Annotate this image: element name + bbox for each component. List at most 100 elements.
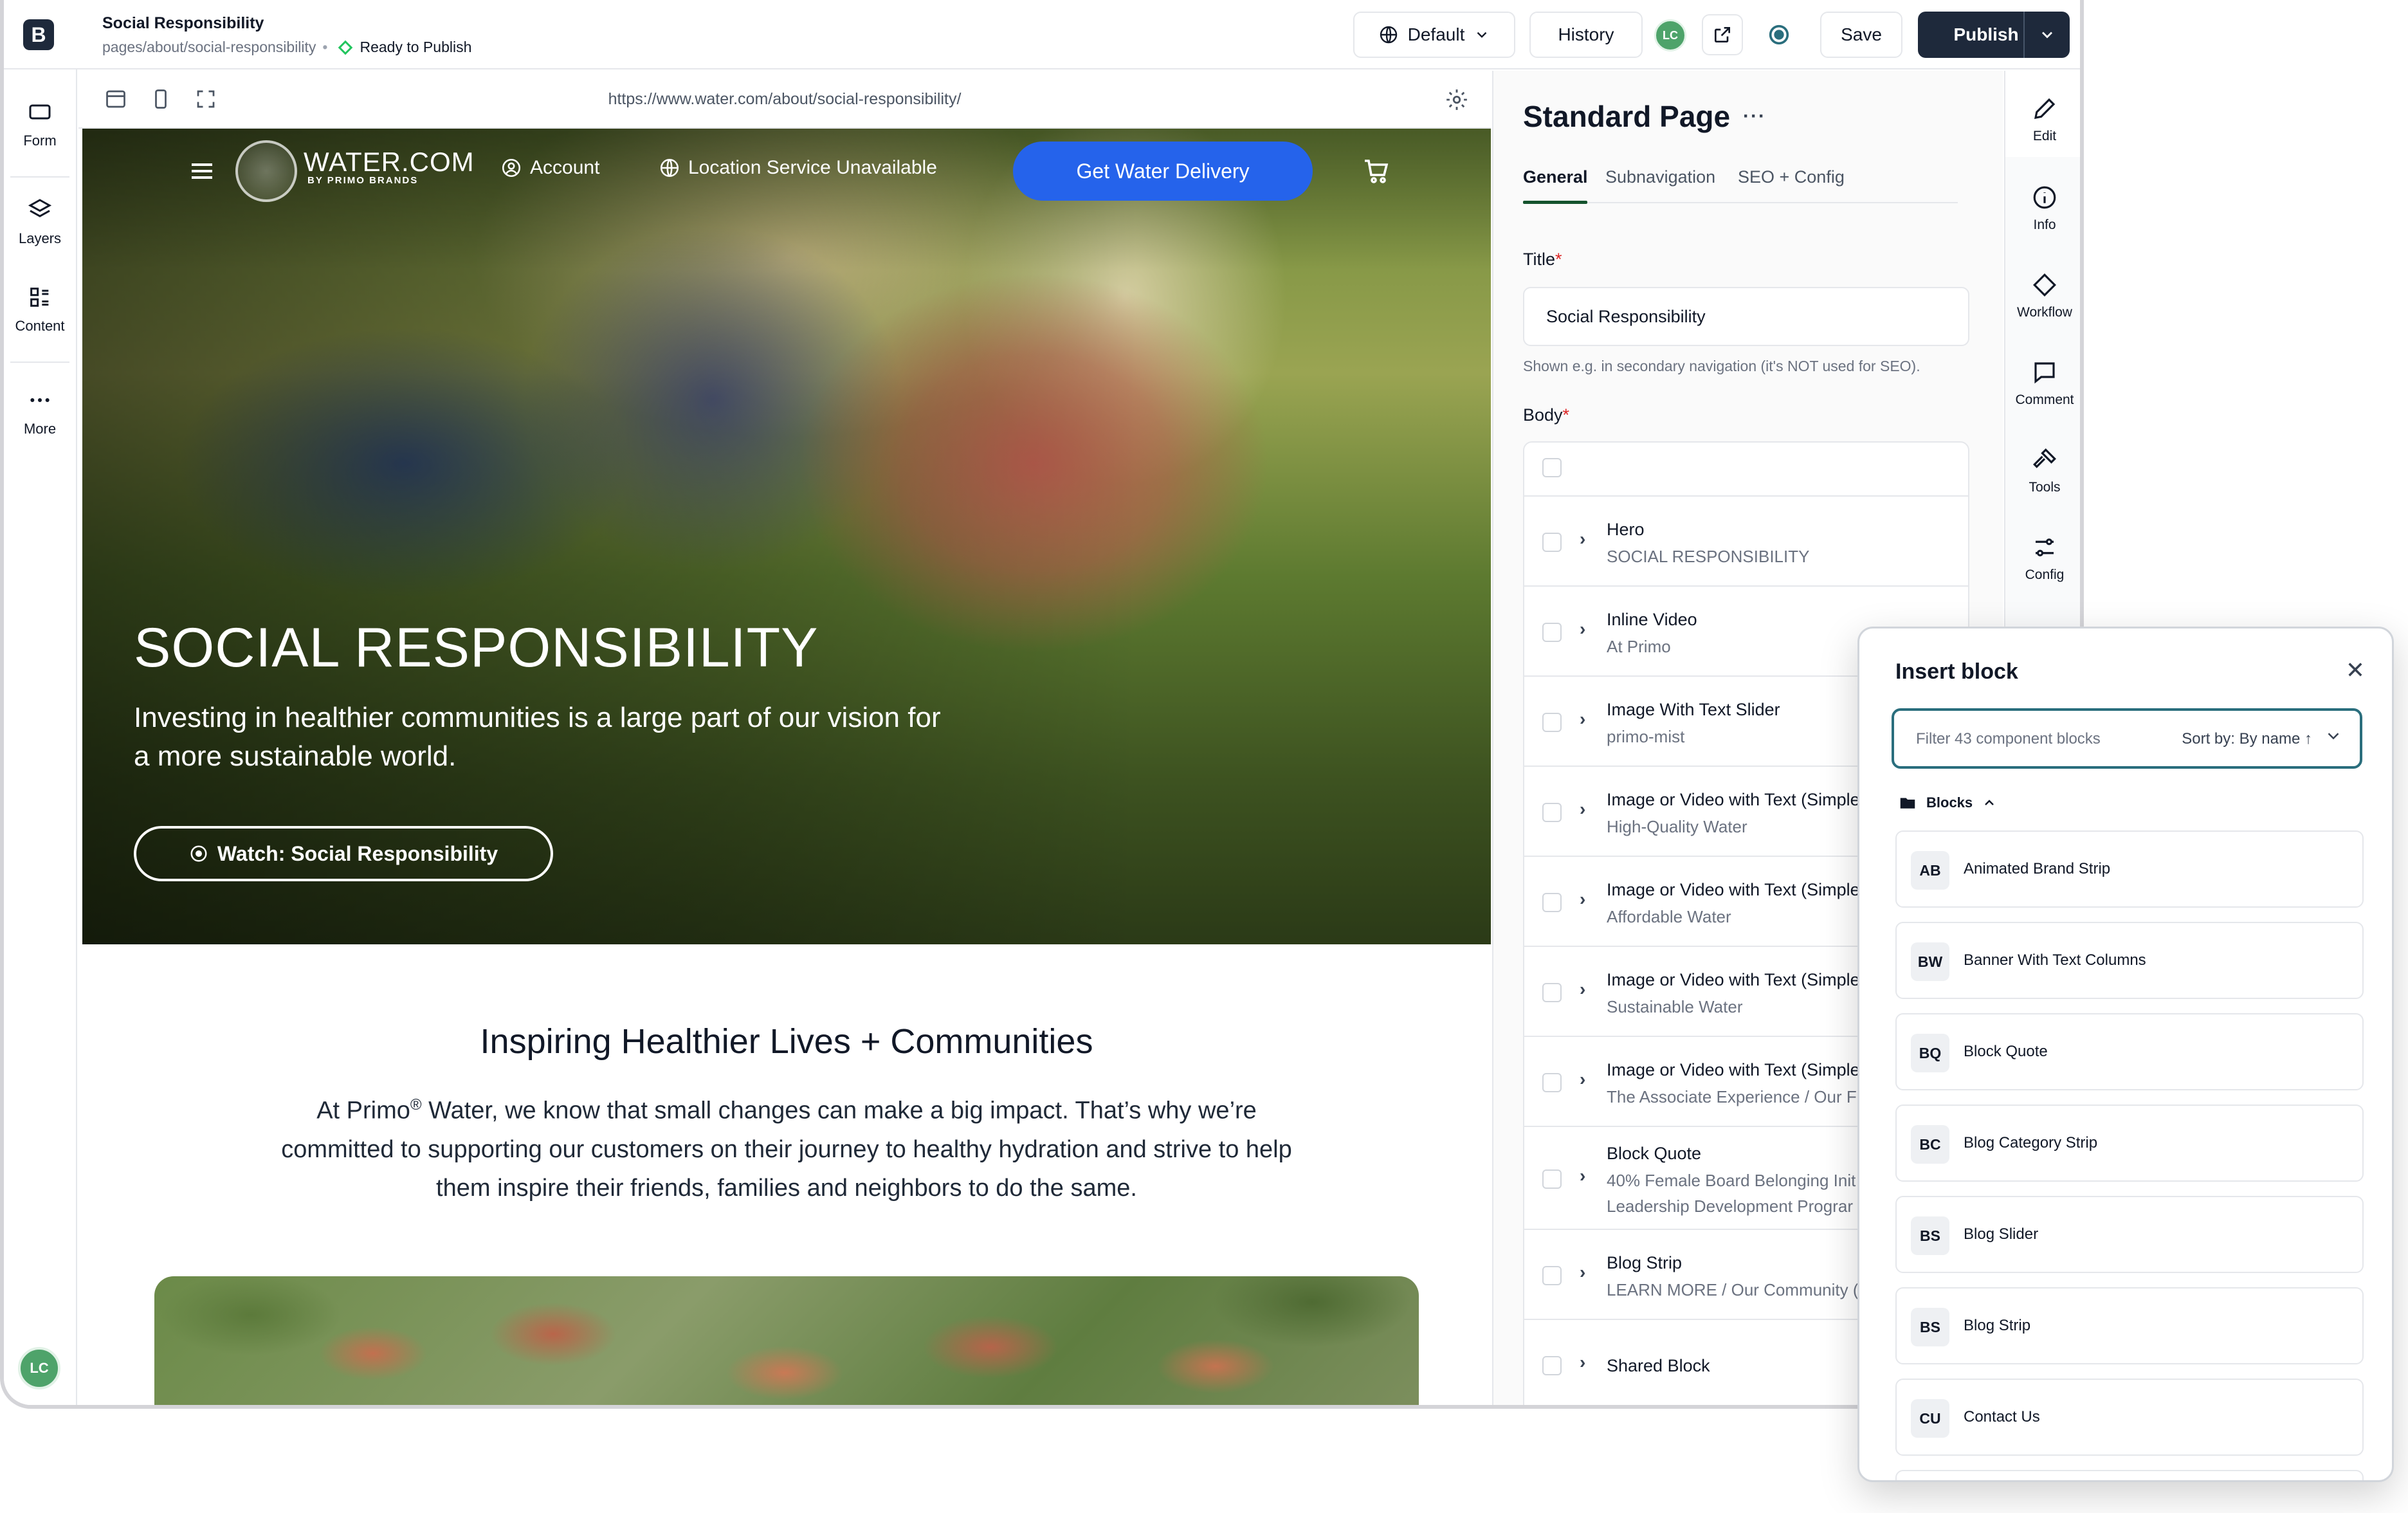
row-subtitle: At Primo bbox=[1607, 637, 1671, 656]
watch-video-button[interactable]: Watch: Social Responsibility bbox=[134, 826, 553, 881]
block-badge: BS bbox=[1911, 1216, 1949, 1255]
row-checkbox[interactable] bbox=[1542, 803, 1562, 822]
rail-item-layers[interactable]: Layers bbox=[4, 197, 76, 247]
top-bar: B Social Responsibility pages/about/soci… bbox=[4, 0, 2080, 69]
rail-label: Layers bbox=[18, 230, 62, 246]
block-option-partial[interactable] bbox=[1895, 1470, 2364, 1480]
save-button[interactable]: Save bbox=[1820, 12, 1902, 58]
preview-toolbar: https://www.water.com/about/social-respo… bbox=[78, 71, 1491, 129]
rail-item-content[interactable]: Content bbox=[4, 284, 76, 335]
row-subtitle: SOCIAL RESPONSIBILITY bbox=[1607, 547, 1810, 566]
hamburger-icon[interactable] bbox=[187, 156, 217, 187]
block-option[interactable]: BS Blog Slider bbox=[1895, 1196, 2364, 1273]
chevron-down-icon bbox=[2042, 32, 2052, 39]
rail-item-form[interactable]: Form bbox=[4, 99, 76, 149]
sliders-icon bbox=[2036, 538, 2054, 556]
sort-select[interactable]: Sort by: By name ↑ bbox=[2182, 730, 2312, 748]
row-subtitle: Sustainable Water bbox=[1607, 997, 1743, 1016]
publish-menu-button[interactable] bbox=[2023, 12, 2070, 58]
title-input[interactable]: Social Responsibility bbox=[1523, 287, 1969, 346]
action-info[interactable]: Info bbox=[2005, 184, 2080, 233]
action-label: Workflow bbox=[2017, 305, 2072, 320]
chevron-down-icon[interactable] bbox=[2324, 726, 2343, 746]
comment-icon bbox=[2034, 362, 2055, 384]
filter-placeholder: Filter 43 component blocks bbox=[1916, 730, 2101, 747]
chevron-right-icon[interactable]: › bbox=[1580, 619, 1585, 639]
group-label: Blocks bbox=[1926, 794, 1973, 811]
open-external-button[interactable] bbox=[1702, 14, 1743, 55]
row-checkbox[interactable] bbox=[1542, 1169, 1562, 1189]
block-option[interactable]: CU Contact Us bbox=[1895, 1379, 2364, 1456]
user-avatar[interactable]: LC bbox=[18, 1347, 60, 1389]
block-filter-input[interactable]: Filter 43 component blocks Sort by: By n… bbox=[1892, 708, 2362, 769]
row-title: Image or Video with Text (Simple bbox=[1607, 970, 1860, 989]
tab-general[interactable]: General bbox=[1523, 167, 1588, 187]
block-badge: BS bbox=[1911, 1308, 1949, 1346]
block-name: Blog Strip bbox=[1964, 1317, 2031, 1334]
block-badge: AB bbox=[1911, 851, 1949, 890]
block-option[interactable]: BQ Block Quote bbox=[1895, 1013, 2364, 1090]
app-logo[interactable]: B bbox=[23, 19, 54, 50]
site-brand[interactable]: WATER.COM bbox=[304, 147, 475, 178]
cart-icon[interactable] bbox=[1361, 156, 1392, 187]
row-subtitle-2: Leadership Development Prograr bbox=[1607, 1197, 1853, 1216]
body-item[interactable]: › Hero SOCIAL RESPONSIBILITY bbox=[1524, 495, 1968, 585]
chevron-right-icon[interactable]: › bbox=[1580, 529, 1585, 549]
chevron-right-icon[interactable]: › bbox=[1580, 1069, 1585, 1090]
layers-icon bbox=[28, 199, 52, 217]
row-checkbox[interactable] bbox=[1542, 623, 1562, 642]
action-edit[interactable]: Edit bbox=[2005, 71, 2080, 157]
row-checkbox[interactable] bbox=[1542, 1356, 1562, 1375]
row-title: Image With Text Slider bbox=[1607, 700, 1780, 719]
action-workflow[interactable]: Workflow bbox=[2005, 271, 2080, 320]
rail-label: Form bbox=[23, 133, 57, 149]
chevron-right-icon[interactable]: › bbox=[1580, 889, 1585, 910]
action-tools[interactable]: Tools bbox=[2005, 446, 2080, 495]
chevron-right-icon[interactable]: › bbox=[1580, 799, 1585, 820]
blocks-group-toggle[interactable]: Blocks bbox=[1898, 793, 1997, 812]
row-checkbox[interactable] bbox=[1542, 713, 1562, 732]
preview-url[interactable]: https://www.water.com/about/social-respo… bbox=[78, 90, 1491, 109]
tab-subnavigation[interactable]: Subnavigation bbox=[1605, 167, 1715, 187]
hero-subtitle: Investing in healthier communities is a … bbox=[134, 702, 941, 772]
tab-seo-config[interactable]: SEO + Config bbox=[1738, 167, 1845, 187]
editor-more-button[interactable]: ··· bbox=[1743, 105, 1766, 127]
chevron-right-icon[interactable]: › bbox=[1580, 709, 1585, 729]
row-checkbox[interactable] bbox=[1542, 983, 1562, 1002]
history-button[interactable]: History bbox=[1529, 12, 1643, 58]
title-field-label: Title* bbox=[1523, 250, 1562, 270]
title-help-text: Shown e.g. in secondary navigation (it's… bbox=[1523, 358, 1920, 374]
row-checkbox[interactable] bbox=[1542, 1266, 1562, 1285]
body-prefix: At Primo bbox=[316, 1097, 410, 1124]
select-all-checkbox[interactable] bbox=[1542, 458, 1562, 477]
row-checkbox[interactable] bbox=[1542, 533, 1562, 552]
account-link[interactable]: Account bbox=[500, 157, 599, 179]
action-comment[interactable]: Comment bbox=[2005, 359, 2080, 408]
block-option[interactable]: BC Blog Category Strip bbox=[1895, 1105, 2364, 1182]
chevron-right-icon[interactable]: › bbox=[1580, 1262, 1585, 1283]
locale-select[interactable]: Default bbox=[1353, 12, 1515, 58]
gear-icon[interactable] bbox=[1445, 87, 1469, 112]
action-config[interactable]: Config bbox=[2005, 534, 2080, 583]
chevron-right-icon[interactable]: › bbox=[1580, 1166, 1585, 1186]
chevron-right-icon[interactable]: › bbox=[1580, 1352, 1585, 1373]
block-option[interactable]: BS Blog Strip bbox=[1895, 1287, 2364, 1364]
live-preview-button[interactable] bbox=[1758, 14, 1800, 55]
watch-label: Watch: Social Responsibility bbox=[217, 841, 498, 865]
rail-divider bbox=[10, 362, 69, 363]
block-badge: BQ bbox=[1911, 1034, 1949, 1072]
row-checkbox[interactable] bbox=[1542, 893, 1562, 912]
close-icon[interactable]: ✕ bbox=[2346, 657, 2365, 684]
chevron-right-icon[interactable]: › bbox=[1580, 979, 1585, 1000]
row-checkbox[interactable] bbox=[1542, 1073, 1562, 1092]
rail-item-more[interactable]: More bbox=[4, 387, 76, 437]
block-option[interactable]: AB Animated Brand Strip bbox=[1895, 830, 2364, 908]
user-avatar[interactable]: LC bbox=[1654, 19, 1686, 51]
globe-icon bbox=[660, 158, 679, 178]
block-option[interactable]: BW Banner With Text Columns bbox=[1895, 922, 2364, 999]
action-label: Tools bbox=[2029, 480, 2061, 495]
location-link[interactable]: Location Service Unavailable bbox=[659, 157, 937, 179]
get-water-delivery-button[interactable]: Get Water Delivery bbox=[1013, 142, 1313, 201]
site-logo-icon[interactable] bbox=[235, 140, 297, 202]
section-title: Inspiring Healthier Lives + Communities bbox=[480, 1022, 1093, 1061]
